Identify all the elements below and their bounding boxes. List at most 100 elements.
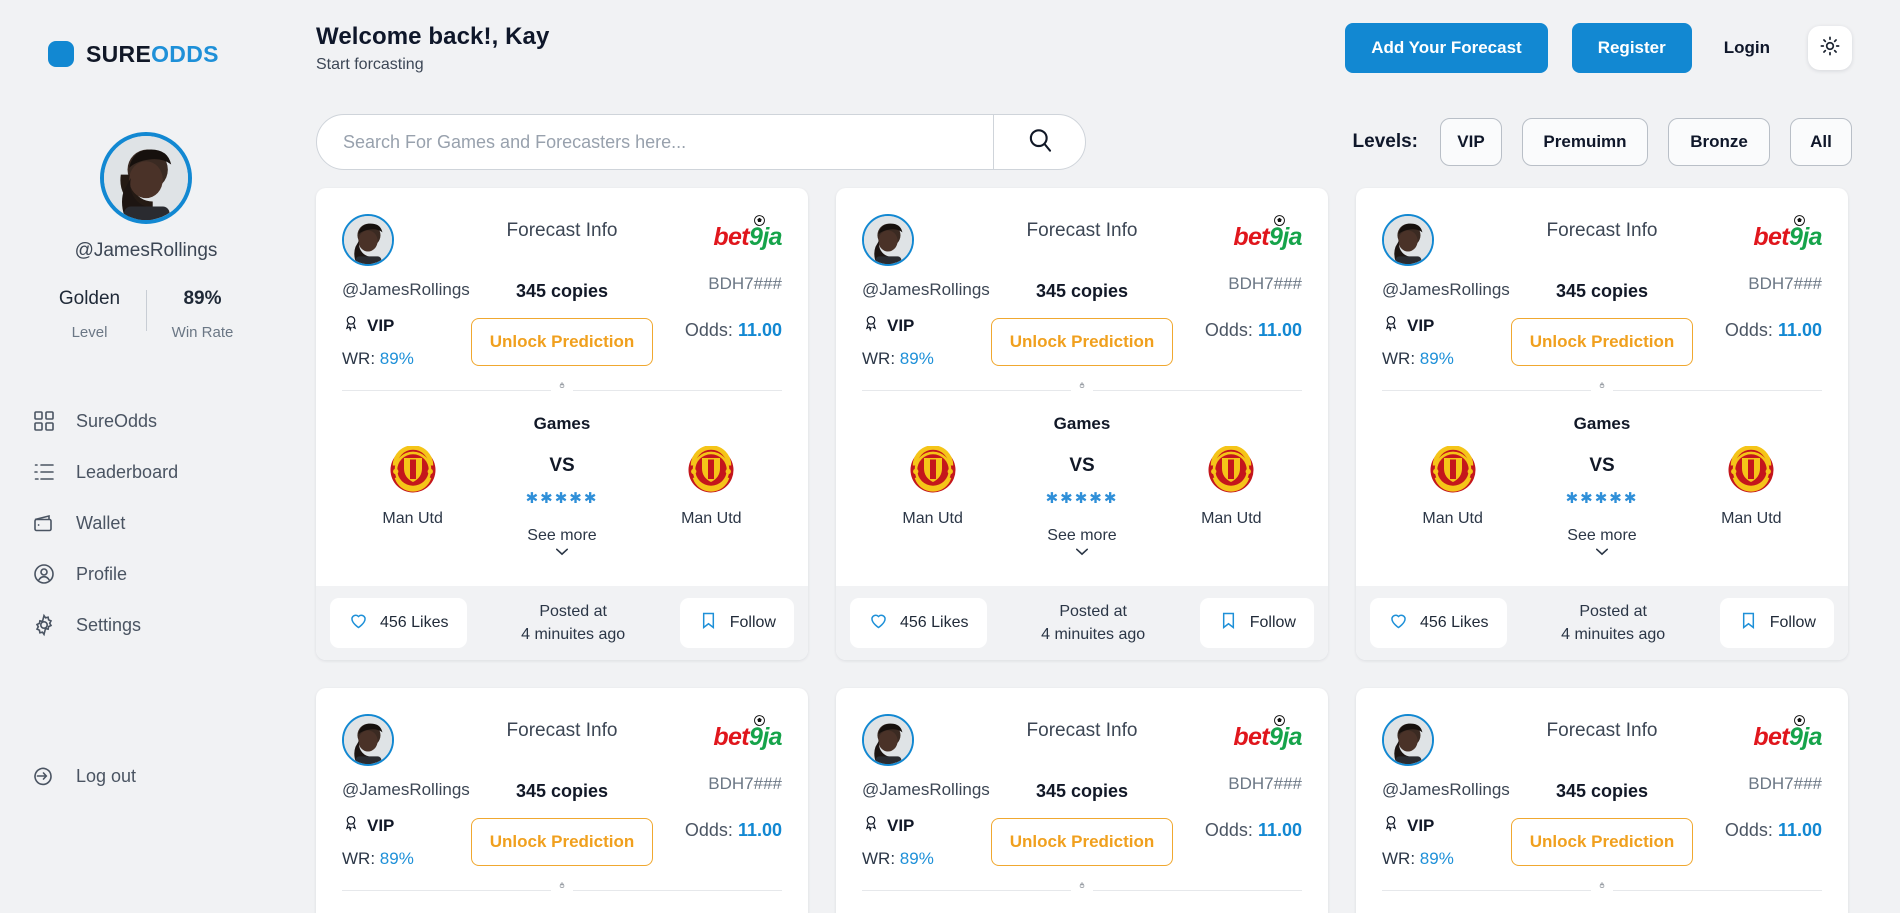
card-winrate: WR: 89% [862,349,934,369]
avatar[interactable] [100,132,192,224]
sidebar-item-settings[interactable]: Settings [0,603,292,647]
card-booking-code: BDH7### [708,774,782,793]
card-header: @JamesRollings VIP WR: 89% Forecast Info… [1356,188,1848,396]
avatar[interactable] [862,714,914,766]
see-more-button[interactable]: See more [1047,527,1116,545]
unlock-prediction-button[interactable]: Unlock Prediction [1510,818,1694,866]
forecast-card[interactable]: @JamesRollings VIP WR: 89% Forecast Info… [316,688,808,913]
card-winrate: WR: 89% [1382,849,1454,869]
bet9ja-logo: bet9ja [713,214,783,252]
likes-count: 456 Likes [900,614,969,631]
unlock-prediction-button[interactable]: Unlock Prediction [1510,318,1694,366]
lock-icon [551,874,573,901]
away-team-name: Man Utd [681,510,742,527]
forecast-card[interactable]: @JamesRollings VIP WR: 89% Forecast Info… [316,188,808,660]
brand-logo[interactable]: SUREODDS [0,28,292,80]
search-input[interactable] [317,115,993,169]
level-chip-all[interactable]: All [1790,118,1852,166]
theme-toggle-button[interactable] [1808,26,1852,70]
lock-icon [1591,874,1613,901]
card-odds-label: Odds: [684,820,733,840]
hidden-prediction-stars: ✱✱✱✱✱ [1565,490,1639,507]
follow-label: Follow [1249,614,1296,631]
card-odds-label: Odds: [1724,820,1773,840]
vs-label: VS [1069,455,1095,476]
sidebar-item-label: Wallet [76,512,126,533]
award-icon [862,814,880,837]
search-button[interactable] [993,115,1085,169]
card-odds: Odds: 11.00 [685,320,782,341]
bet9ja-logo: bet9ja [1753,714,1823,752]
card-winrate-value: 89% [899,349,934,368]
unlock-prediction-button[interactable]: Unlock Prediction [470,818,654,866]
unlock-prediction-button[interactable]: Unlock Prediction [990,818,1174,866]
card-username: @JamesRollings [1382,780,1510,799]
soccer-ball-icon [1274,714,1285,726]
sidebar-item-wallet[interactable]: Wallet [0,501,292,545]
home-team-name: Man Utd [902,510,963,527]
card-odds-label: Odds: [1204,320,1253,340]
card-winrate-label: WR: [342,849,376,868]
games-label: Games [533,414,591,433]
vs-label: VS [549,455,575,476]
main-content: Welcome back!, Kay Start forcasting Add … [292,0,1900,913]
sidebar-item-profile[interactable]: Profile [0,552,292,596]
card-forecast-info: Forecast Info 345 copies Unlock Predicti… [470,714,654,869]
see-more-button[interactable]: See more [1567,527,1636,545]
follow-button[interactable]: Follow [679,598,794,648]
card-booking-code: BDH7### [708,274,782,293]
likes-button[interactable]: 456 Likes [1370,598,1507,648]
likes-button[interactable]: 456 Likes [330,598,467,648]
level-chip-bronze[interactable]: Bronze [1668,118,1770,166]
card-forecaster: @JamesRollings VIP WR: 89% [342,214,471,369]
card-winrate: WR: 89% [862,849,934,869]
card-winrate-label: WR: [862,349,896,368]
sidebar-item-label: Log out [76,765,137,786]
bookie-name-green: 9ja [1789,222,1823,251]
sidebar-item-logout[interactable]: Log out [0,754,292,798]
award-icon [342,314,360,337]
avatar[interactable] [862,214,914,266]
forecast-card[interactable]: @JamesRollings VIP WR: 89% Forecast Info… [1356,688,1848,913]
card-level-text: VIP [367,315,395,335]
man-utd-crest-icon [688,446,734,493]
vs-column: VS ✱✱✱✱✱ See more [1007,446,1156,556]
follow-button[interactable]: Follow [1199,598,1314,648]
level-chip-premium[interactable]: Premuimn [1522,118,1648,166]
unlock-prediction-button[interactable]: Unlock Prediction [990,318,1174,366]
topbar-actions: Add Your Forecast Register Login [1345,23,1852,73]
unlock-prediction-button[interactable]: Unlock Prediction [470,318,654,366]
forecast-card[interactable]: @JamesRollings VIP WR: 89% Forecast Info… [836,188,1328,660]
avatar[interactable] [1382,214,1434,266]
topbar: Welcome back!, Kay Start forcasting Add … [292,0,1900,96]
likes-button[interactable]: 456 Likes [850,598,987,648]
sidebar-item-sureodds[interactable]: SureOdds [0,399,292,443]
bookie-name-green: 9ja [749,222,783,251]
forecast-card[interactable]: @JamesRollings VIP WR: 89% Forecast Info… [1356,188,1848,660]
chevron-down-icon[interactable] [1595,547,1609,556]
list-icon [32,460,56,484]
card-lock [836,374,1328,401]
card-odds-value: 11.00 [1257,820,1302,840]
forecast-card[interactable]: @JamesRollings VIP WR: 89% Forecast Info… [836,688,1328,913]
home-team-name: Man Utd [1422,510,1483,527]
sidebar-item-leaderboard[interactable]: Leaderboard [0,450,292,494]
card-winrate-value: 89% [379,849,414,868]
avatar[interactable] [342,714,394,766]
login-button[interactable]: Login [1716,38,1778,58]
register-button[interactable]: Register [1571,23,1692,73]
chevron-down-icon[interactable] [1075,547,1089,556]
soccer-ball-icon [754,214,765,226]
card-bookie: bet9ja BDH7### Odds: 11.00 [1693,714,1823,869]
posted-value: 4 minuites ago [521,626,626,643]
stat-level-value: Golden [58,288,121,309]
level-chip-vip[interactable]: VIP [1440,118,1502,166]
see-more-button[interactable]: See more [527,527,596,545]
bookie-logo-wrap: bet9ja [1233,214,1303,260]
chevron-down-icon[interactable] [555,547,569,556]
avatar[interactable] [342,214,394,266]
avatar[interactable] [1382,714,1434,766]
add-forecast-button[interactable]: Add Your Forecast [1345,23,1548,73]
bookie-name-red: bet [713,222,750,251]
follow-button[interactable]: Follow [1719,598,1834,648]
